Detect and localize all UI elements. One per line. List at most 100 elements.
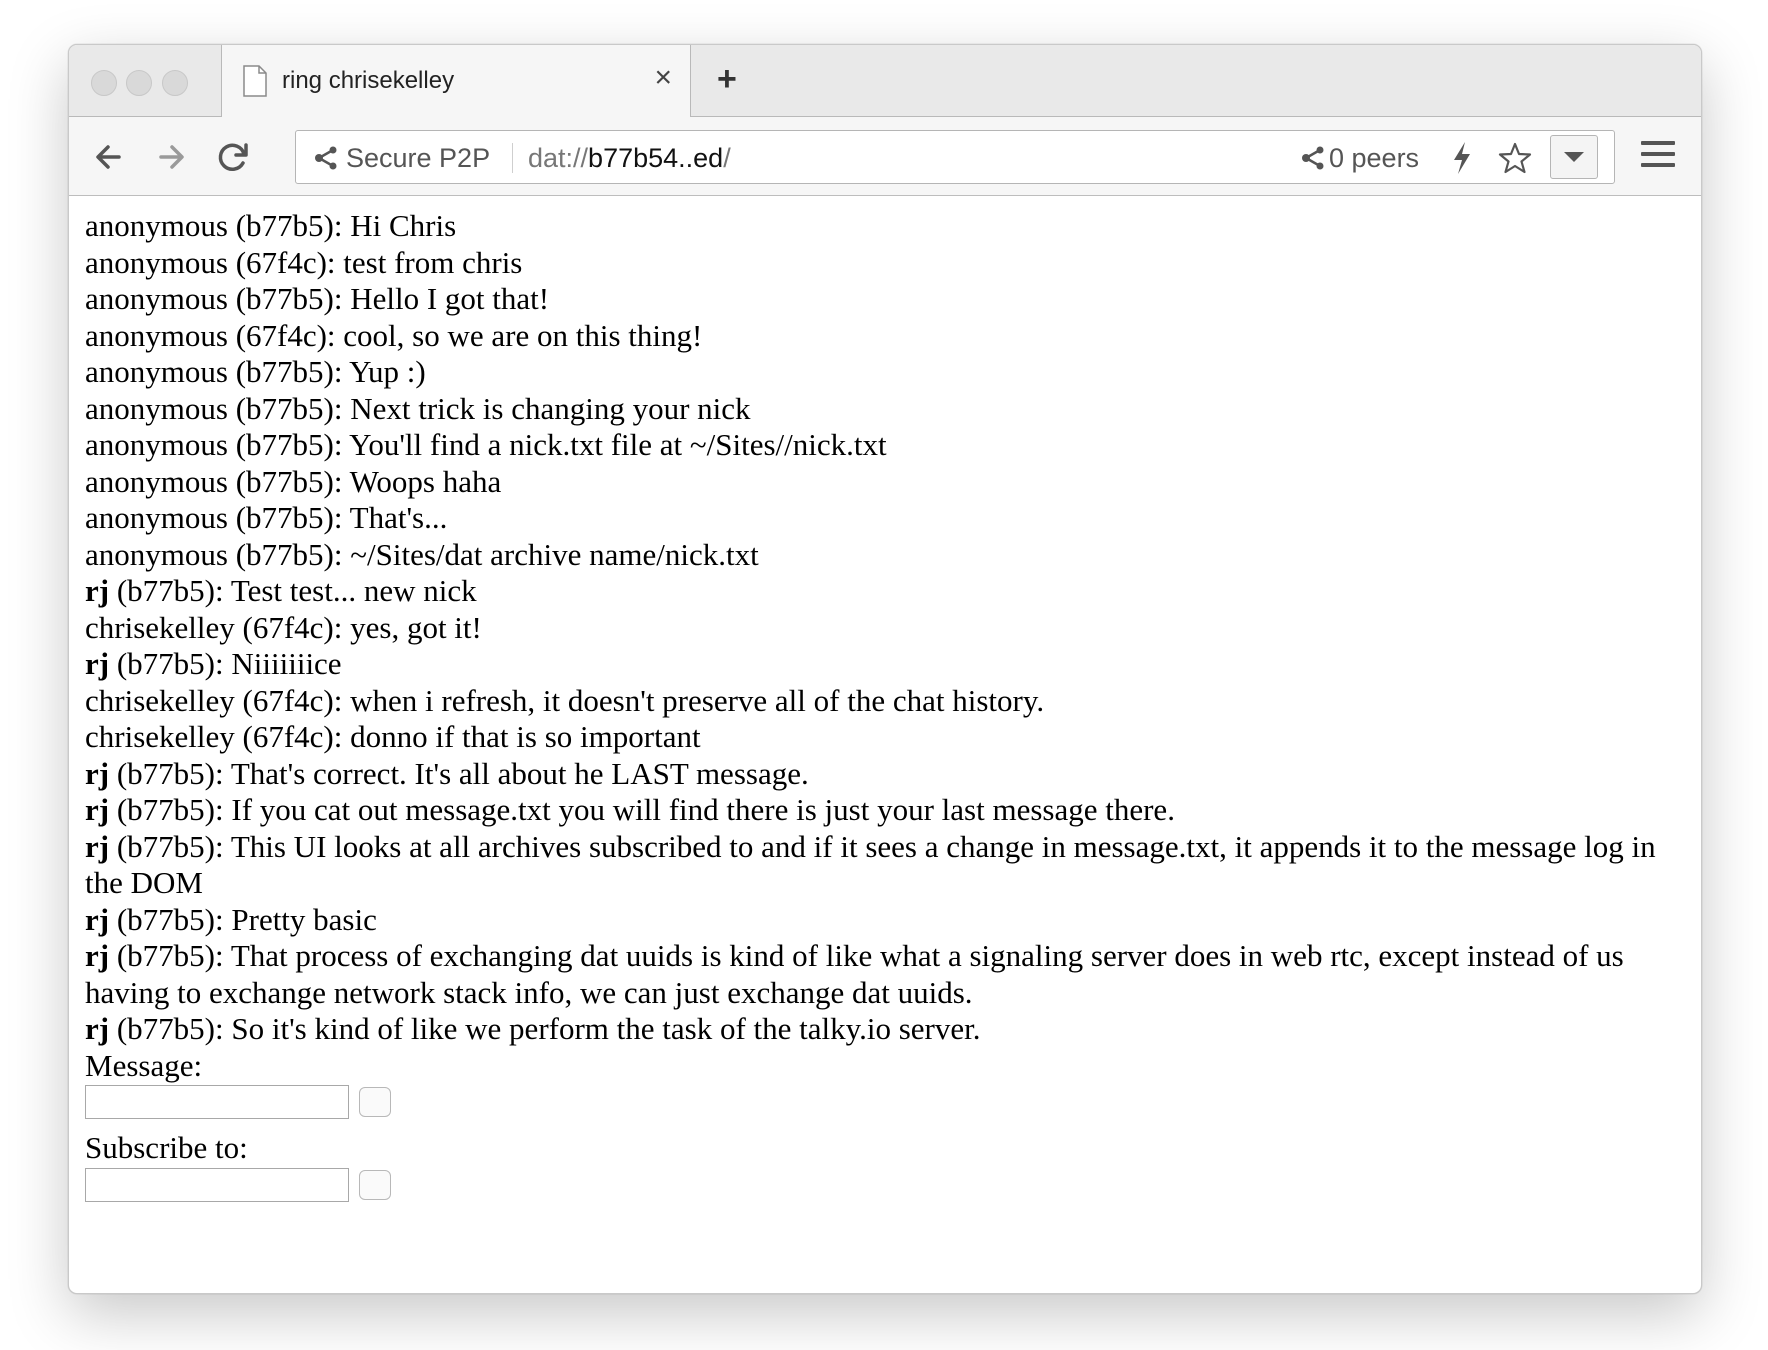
share-icon [315,146,337,170]
zoom-window-button[interactable] [162,70,188,96]
message-nick: rj [85,828,110,864]
message-text: cool, so we are on this thing! [343,317,703,353]
message-input[interactable] [85,1085,349,1119]
message-text: Woops haha [349,463,502,499]
url-scheme: dat:// [528,143,589,173]
message-nick: rj [85,1011,110,1046]
message-text: Yup :) [349,354,426,389]
message-id: (67f4c) [242,719,334,754]
message-text: Next trick is changing your nick [350,390,751,426]
minimize-window-button[interactable] [126,70,152,96]
message-nick: chrisekelley [85,609,235,645]
subscribe-button[interactable] [359,1169,391,1200]
message-text: when i refresh, it doesn't preserve all … [350,682,1045,718]
message-nick: anonymous [85,427,228,462]
message-form [85,1084,1685,1122]
message-text: Pretty basic [231,901,377,937]
url-text[interactable]: dat://b77b54..ed/ [528,143,731,174]
chat-message: rj (b77b5): That process of exchanging d… [85,938,1624,1010]
chat-message: rj (b77b5): This UI looks at all archive… [85,828,1656,901]
chat-message: rj (b77b5): That's correct. It's all abo… [85,755,809,791]
chat-message: anonymous (b77b5): Woops haha [85,463,502,499]
close-tab-icon[interactable]: × [654,63,672,93]
message-nick: rj [85,573,110,608]
message-nick: rj [85,938,110,973]
message-nick: chrisekelley [85,719,235,754]
navigation-toolbar: Secure P2P dat://b77b54..ed/ 0 peers [69,117,1701,196]
message-nick: rj [85,792,110,827]
message-id: (b77b5) [116,755,215,791]
message-nick: rj [85,646,110,681]
chat-message: anonymous (b77b5): Yup :) [85,354,426,389]
message-id: (b77b5) [235,390,334,426]
message-text: If you cat out message.txt you will find… [231,792,1175,827]
secure-p2p-label[interactable]: Secure P2P [346,143,490,174]
page-content: anonymous (b77b5): Hi Chris anonymous (67… [69,196,1701,1293]
message-id: (b77b5) [116,828,215,864]
url-dropdown-button[interactable] [1550,135,1598,179]
chat-message: anonymous (b77b5): Next trick is changin… [85,390,751,426]
chat-message: anonymous (67f4c): test from chris [85,244,523,280]
close-window-button[interactable] [91,70,117,96]
message-id: (67f4c) [242,682,334,718]
message-text: Hi Chris [350,208,457,243]
message-id: (b77b5) [116,573,215,608]
message-nick: anonymous [85,208,228,243]
message-id: (b77b5) [235,463,334,499]
chat-message: anonymous (67f4c): cool, so we are on th… [85,317,703,353]
message-id: (67f4c) [242,609,334,645]
lightning-icon[interactable] [1451,141,1473,175]
message-id: (b77b5) [235,281,334,316]
message-id: (b77b5) [235,427,334,462]
message-id: (b77b5) [235,208,334,243]
chat-message: anonymous (b77b5): That's... [85,500,448,535]
hamburger-menu-icon[interactable] [1641,141,1675,171]
star-icon[interactable] [1498,141,1532,175]
back-arrow-icon[interactable] [89,137,129,177]
message-nick: anonymous [85,354,228,389]
message-text: Niiiiiiice [231,646,342,681]
url-bar[interactable]: Secure P2P dat://b77b54..ed/ 0 peers [295,130,1615,184]
url-trailing: / [723,143,731,173]
message-text: donno if that is so important [350,719,701,754]
browser-window: ring chrisekelley × + Secure P2P dat://b… [68,44,1702,1294]
message-text: test from chris [343,244,523,280]
message-id: (67f4c) [235,244,327,280]
message-text: That process of exchanging dat uuids is … [85,938,1624,1010]
send-button[interactable] [359,1087,391,1117]
message-id: (b77b5) [116,901,215,937]
chat-message: anonymous (b77b5): Hello I got that! [85,281,550,316]
message-nick: anonymous [85,500,228,535]
message-nick: anonymous [85,244,228,280]
message-nick: anonymous [85,390,228,426]
chat-message: anonymous (b77b5): You'll find a nick.tx… [85,427,887,462]
tab-title: ring chrisekelley [282,67,455,94]
peers-share-icon [1302,146,1324,170]
subscribe-input[interactable] [85,1167,349,1202]
message-text: You'll find a nick.txt file at ~/Sites//… [349,427,887,462]
chevron-down-icon [1564,152,1584,162]
message-log: anonymous (b77b5): Hi Chris anonymous (67… [85,208,1685,1048]
reload-icon[interactable] [213,137,253,177]
new-tab-button[interactable]: + [717,59,737,100]
chat-message: rj (b77b5): Test test... new nick [85,573,477,608]
message-nick: rj [85,755,110,791]
message-nick: anonymous [85,463,228,499]
message-text: yes, got it! [350,609,482,645]
chat-message: anonymous (b77b5): Hi Chris [85,208,457,243]
message-id: (b77b5) [235,500,334,535]
message-nick: rj [85,901,110,937]
page-icon [243,65,267,97]
message-text: This UI looks at all archives subscribed… [85,828,1656,901]
message-id: (b77b5) [116,792,215,827]
message-text: Test test... new nick [230,573,477,608]
chat-message: chrisekelley (67f4c): yes, got it! [85,609,482,645]
message-nick: chrisekelley [85,682,235,718]
message-nick: anonymous [85,281,228,316]
forward-arrow-icon[interactable] [151,137,191,177]
tab-active[interactable]: ring chrisekelley × [221,45,691,117]
message-id: (b77b5) [116,1011,215,1046]
peers-count[interactable]: 0 peers [1329,143,1419,174]
url-divider [512,143,513,173]
url-host: b77b54..ed [588,143,724,173]
